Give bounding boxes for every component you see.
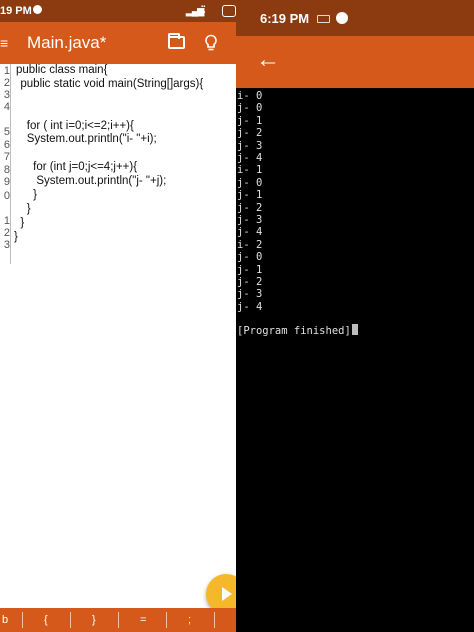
output-line: j- 2 — [237, 127, 263, 140]
output-line: j- 0 — [237, 251, 263, 264]
divider — [166, 612, 167, 628]
status-time: 19 PM — [0, 5, 32, 17]
code-line: public static void main(String[]args){ — [14, 78, 204, 90]
output-line: j- 2 — [237, 201, 263, 214]
line-number: 6 — [3, 139, 10, 151]
line-number-gutter: 1 2 3 4 5 6 7 8 9 0 1 2 3 — [0, 64, 11, 264]
code-line: System.out.println("j- "+j); — [14, 175, 167, 187]
output-line: j- 3 — [237, 214, 263, 226]
code-editor[interactable]: 1 2 3 4 5 6 7 8 9 0 1 2 3 public class m… — [0, 64, 236, 608]
line-number: 0 — [3, 190, 10, 202]
symbol-key[interactable]: } — [92, 614, 96, 626]
file-title: Main.java* — [27, 33, 107, 52]
output-line: j- 3 — [237, 288, 263, 301]
code-line: for (int j=0;j<=4;j++){ — [14, 161, 138, 173]
folder-icon[interactable] — [168, 33, 185, 49]
line-number: 7 — [3, 151, 10, 163]
back-arrow-icon[interactable]: ← — [256, 48, 280, 72]
status-bar: 6:19 PM — [236, 0, 474, 36]
line-number: 8 — [3, 164, 10, 176]
facebook-icon — [336, 12, 348, 24]
terminal-window: 6:19 PM ← i- 0 j- 0 j- 1 j- 2 j- 3 j- 4 … — [236, 0, 474, 632]
output-line: j- 0 — [237, 102, 263, 115]
lightbulb-icon[interactable] — [204, 34, 218, 52]
line-number: 2 — [3, 77, 10, 89]
program-finished-line: [Program finished] — [237, 324, 358, 338]
symbol-key[interactable]: = — [140, 614, 146, 626]
divider — [214, 612, 215, 628]
terminal-cursor — [351, 324, 358, 335]
code-line: } — [14, 217, 25, 229]
facebook-icon — [33, 5, 42, 14]
code-line: for ( int i=0;i<=2;i++){ — [14, 120, 134, 132]
network-speed-icon: ▪▪ ▪▪ — [201, 4, 206, 16]
symbol-key[interactable]: ; — [188, 614, 191, 626]
symbol-bar: b { } = ; — [0, 608, 236, 632]
output-line: i- 1 — [237, 164, 263, 177]
output-line: j- 1 — [237, 114, 263, 127]
output-line: j- 4 — [237, 226, 263, 239]
menu-icon[interactable]: ≡ — [0, 35, 8, 51]
code-line: } — [14, 231, 18, 243]
play-icon — [222, 587, 232, 601]
code-line: public class main{ — [16, 64, 108, 76]
divider — [22, 612, 23, 628]
line-number: 3 — [3, 89, 10, 101]
divider — [118, 612, 119, 628]
symbol-key[interactable]: { — [44, 614, 48, 626]
line-number: 5 — [3, 126, 10, 138]
line-number: 1 — [3, 215, 10, 227]
line-number: 2 — [3, 227, 10, 239]
output-line: j- 1 — [237, 189, 263, 202]
code-editor-window: 19 PM ▂▄▆ ▪▪ ▪▪ ≡ Main.java* 1 2 3 4 5 6 … — [0, 0, 236, 632]
keyboard-icon — [317, 15, 330, 23]
code-line: } — [14, 203, 31, 215]
output-line: j- 1 — [237, 263, 263, 276]
output-line: j- 4 — [237, 152, 263, 164]
code-line: System.out.println("i- "+i); — [14, 133, 157, 145]
divider — [70, 612, 71, 628]
line-number: 9 — [3, 176, 10, 188]
line-number: 3 — [3, 239, 10, 251]
code-line: } — [14, 189, 38, 201]
output-line: j- 3 — [237, 139, 263, 152]
symbol-key[interactable]: b — [2, 614, 8, 626]
status-bar: 19 PM ▂▄▆ ▪▪ ▪▪ — [0, 0, 236, 22]
output-line: i- 2 — [237, 238, 263, 251]
program-finished-text: [Program finished] — [237, 325, 351, 337]
output-line: j- 0 — [237, 176, 263, 189]
output-line: i- 0 — [237, 90, 263, 102]
battery-icon — [222, 5, 236, 17]
app-bar: ≡ Main.java* — [0, 22, 236, 64]
status-time: 6:19 PM — [260, 11, 310, 26]
line-number: 4 — [3, 101, 10, 113]
terminal-toolbar: ← — [236, 36, 474, 88]
output-line: j- 4 — [237, 300, 263, 313]
output-line: j- 2 — [237, 276, 263, 288]
line-number: 1 — [3, 65, 10, 77]
